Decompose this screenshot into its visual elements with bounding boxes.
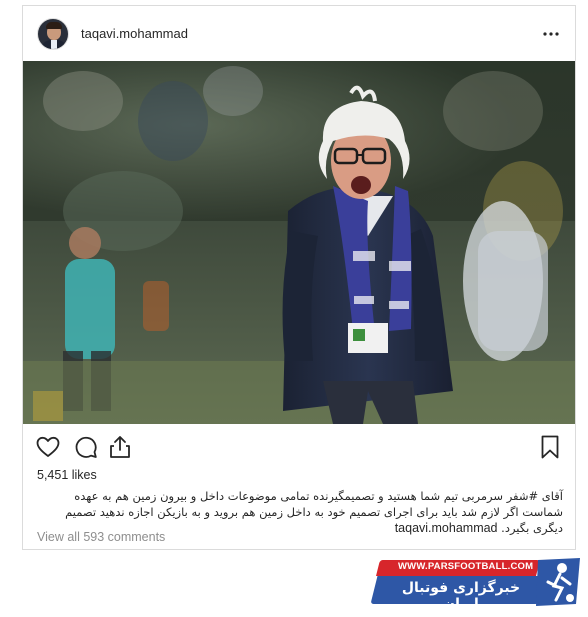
watermark-tagline: خبرگزاری فوتبال ایران bbox=[401, 580, 521, 612]
post-photo[interactable] bbox=[23, 61, 575, 424]
caption-prefix: آقای bbox=[538, 489, 563, 503]
instagram-post-card: taqavi.mohammad 5,451 likes آقای #شفر سر… bbox=[22, 5, 576, 550]
parsfootball-logo-icon bbox=[536, 558, 580, 606]
more-horizontal-icon bbox=[543, 32, 559, 36]
more-options-button[interactable] bbox=[541, 24, 561, 44]
post-header: taqavi.mohammad bbox=[23, 6, 575, 61]
post-username[interactable]: taqavi.mohammad bbox=[81, 26, 188, 41]
likes-count[interactable]: 5,451 likes bbox=[37, 468, 97, 482]
bookmark-icon[interactable] bbox=[537, 434, 563, 460]
post-caption: آقای #شفر سرمربی تیم شما هستید و تصمیمگی… bbox=[37, 488, 563, 536]
view-comments-link[interactable]: View all 593 comments bbox=[37, 530, 165, 544]
share-icon[interactable] bbox=[107, 434, 133, 460]
parsfootball-watermark: WWW.PARSFOOTBALL.COM خبرگزاری فوتبال ایر… bbox=[370, 556, 586, 612]
avatar-shirt bbox=[51, 39, 57, 49]
heart-icon[interactable] bbox=[35, 434, 61, 460]
comment-icon[interactable] bbox=[73, 434, 99, 460]
coach-photo bbox=[23, 61, 575, 424]
avatar-hair bbox=[46, 21, 62, 29]
watermark-url: WWW.PARSFOOTBALL.COM bbox=[398, 561, 534, 572]
caption-username[interactable]: taqavi.mohammad bbox=[395, 521, 498, 535]
caption-hashtag[interactable]: #شفر bbox=[507, 489, 538, 503]
avatar[interactable] bbox=[37, 17, 69, 50]
post-actions bbox=[23, 434, 575, 464]
